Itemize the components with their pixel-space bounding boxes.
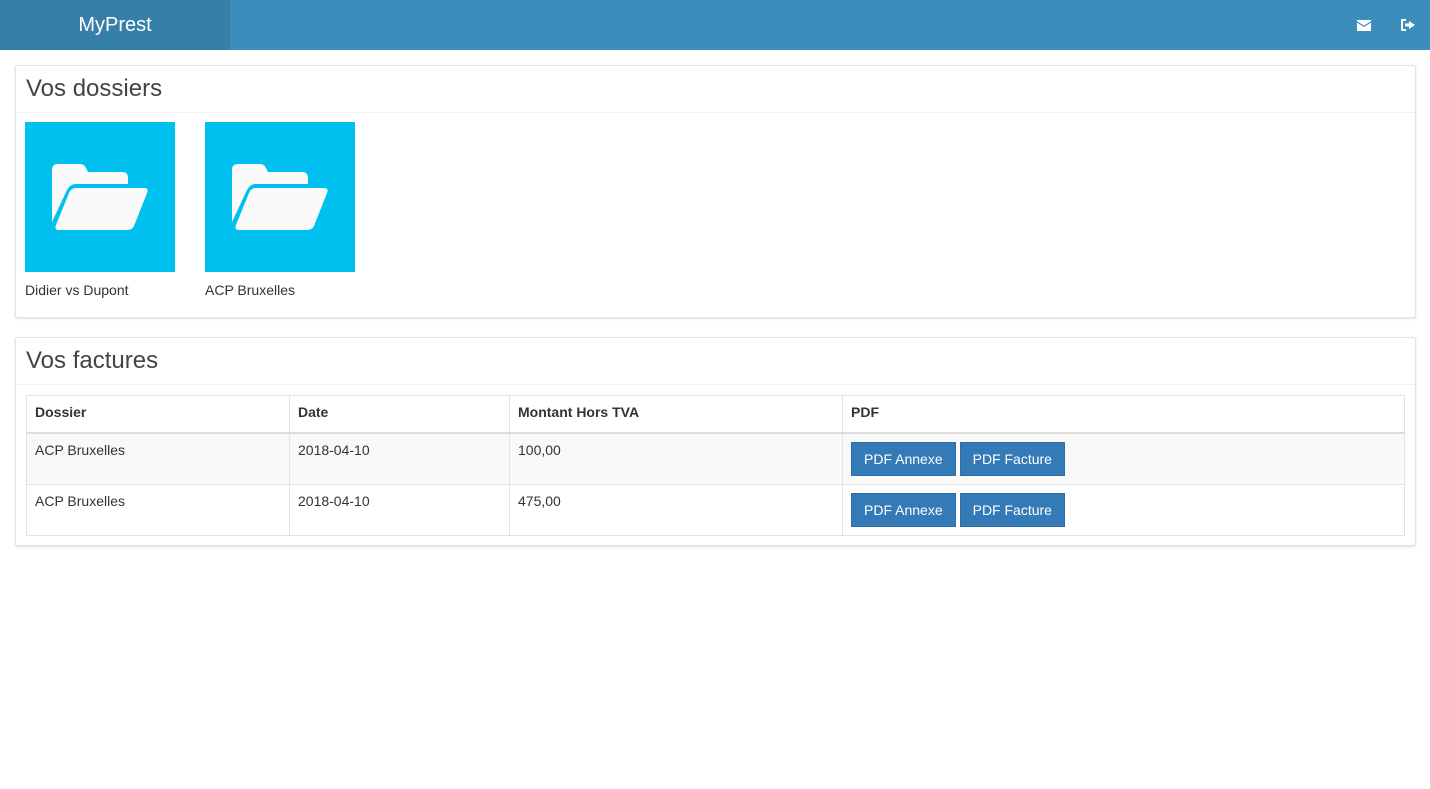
folder-label[interactable]: ACP Bruxelles [205,282,355,298]
folder-open-icon [52,164,148,230]
column-header-montant: Montant Hors TVA [509,395,843,434]
folder-tile[interactable] [25,122,175,272]
column-header-date: Date [289,395,510,434]
cell-pdf: PDF Annexe PDF Facture [842,483,1405,536]
cell-date: 2018-04-10 [289,483,510,536]
column-header-pdf: PDF [842,395,1405,434]
brand-logo[interactable]: MyPrest [0,0,230,50]
factures-table-wrapper: Dossier Date Montant Hors TVA PDF ACP Br… [26,395,1405,536]
factures-table: Dossier Date Montant Hors TVA PDF ACP Br… [26,395,1405,536]
dossiers-box: Vos dossiers Didier vs Dupont ACP Bruxel… [15,65,1416,318]
pdf-annexe-button[interactable]: PDF Annexe [851,492,956,527]
folder-tile[interactable] [205,122,355,272]
factures-box: Vos factures Dossier Date Montant Hors T… [15,337,1416,546]
top-navbar: MyPrest [0,0,1430,50]
sign-out-icon[interactable] [1398,15,1418,35]
folder-acp-bruxelles[interactable]: ACP Bruxelles [205,122,355,298]
folder-didier-vs-dupont[interactable]: Didier vs Dupont [25,122,175,298]
cell-pdf: PDF Annexe PDF Facture [842,432,1405,485]
cell-dossier: ACP Bruxelles [26,483,290,536]
folder-label[interactable]: Didier vs Dupont [25,282,175,298]
cell-dossier: ACP Bruxelles [26,432,290,485]
table-row: ACP Bruxelles 2018-04-10 100,00 PDF Anne… [26,432,1405,485]
cell-montant: 475,00 [509,483,843,536]
factures-title: Vos factures [16,338,1415,385]
envelope-icon[interactable] [1354,15,1374,35]
pdf-facture-button[interactable]: PDF Facture [959,492,1065,527]
table-row: ACP Bruxelles 2018-04-10 475,00 PDF Anne… [26,483,1405,536]
cell-date: 2018-04-10 [289,432,510,485]
column-header-dossier: Dossier [26,395,290,434]
table-header-row: Dossier Date Montant Hors TVA PDF [26,395,1405,434]
dossiers-title: Vos dossiers [16,66,1415,113]
cell-montant: 100,00 [509,432,843,485]
folder-open-icon [232,164,328,230]
pdf-annexe-button[interactable]: PDF Annexe [851,441,956,476]
pdf-facture-button[interactable]: PDF Facture [959,441,1065,476]
